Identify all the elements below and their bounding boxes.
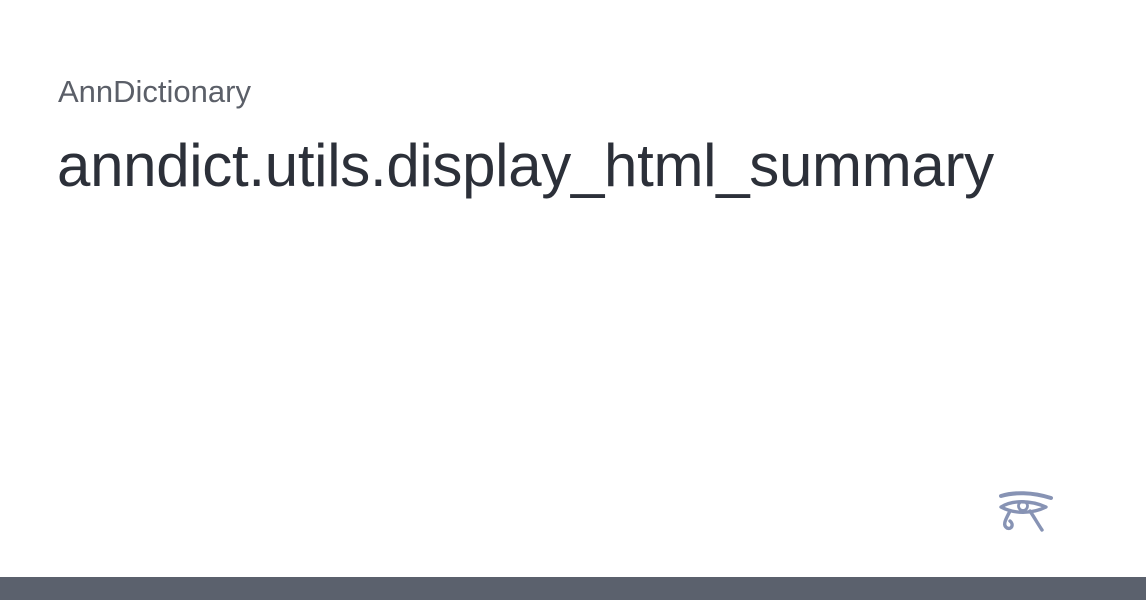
social-preview-card: AnnDictionary anndict.utils.display_html… <box>0 0 1146 600</box>
site-name: AnnDictionary <box>58 74 251 109</box>
eye-of-horus-icon <box>999 491 1053 532</box>
logo-spiral-tail <box>1002 509 1014 531</box>
logo-strokes <box>999 491 1053 532</box>
logo-pupil <box>1017 500 1029 512</box>
logo-brow <box>999 491 1053 500</box>
footer-bar <box>0 577 1146 600</box>
page-title: anndict.utils.display_html_summary <box>57 132 994 199</box>
logo-teardrop <box>1028 509 1044 532</box>
